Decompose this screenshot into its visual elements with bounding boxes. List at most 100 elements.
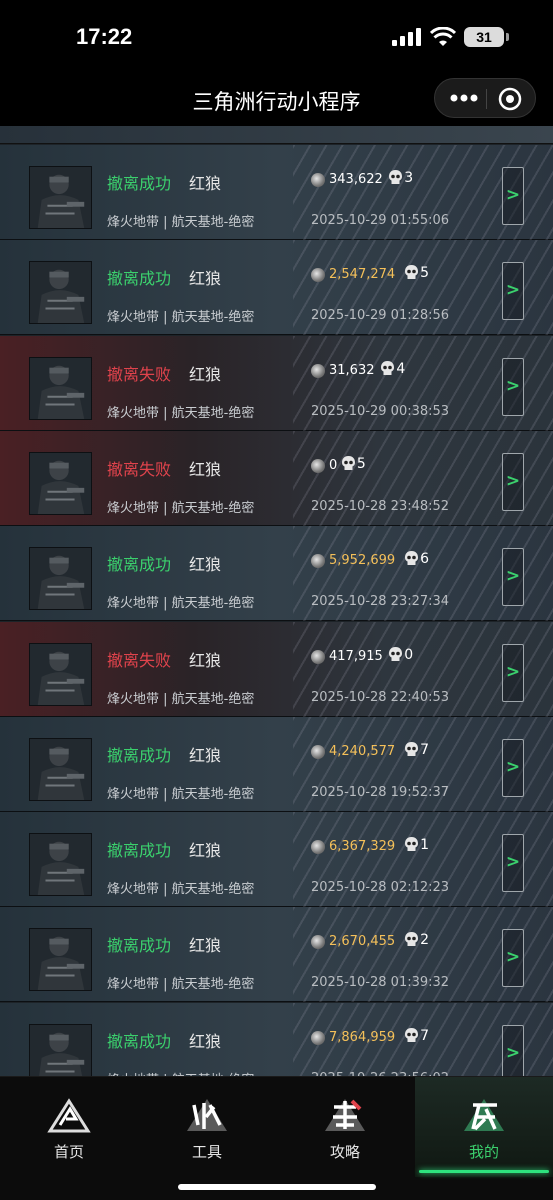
tab-guide[interactable]: 攻略 [276,1077,414,1177]
kill-count: 0 [404,646,414,663]
record-row[interactable]: 撤离成功 红狼 烽火地带 | 航天基地-绝密 5,952,699 6 2025-… [0,526,553,622]
record-row[interactable]: 撤离成功 红狼 烽火地带 | 航天基地-绝密 343,622 3 2025-10… [0,145,553,240]
extraction-status: 撤离失败 [107,459,172,479]
coin-icon [311,1030,325,1045]
partial-record-row [0,126,553,144]
kill-count: 5 [356,455,366,472]
tab-mine[interactable]: 我的 [415,1077,553,1177]
record-row[interactable]: 撤离成功 红狼 烽火地带 | 航天基地-绝密 2,670,455 2 2025-… [0,907,553,1003]
tools-logo-icon [187,1099,227,1131]
more-options-icon[interactable] [447,87,481,109]
extraction-status: 撤离失败 [107,364,172,384]
mine-logo-icon [464,1099,504,1131]
record-row[interactable]: 撤离失败 红狼 烽火地带 | 航天基地-绝密 417,915 0 2025-10… [0,621,553,717]
extracted-value: 7,864,959 [329,1029,396,1045]
record-row[interactable]: 撤离成功 红狼 烽火地带 | 航天基地-绝密 4,240,577 7 2025-… [0,716,553,812]
extraction-status: 撤离成功 [107,269,172,289]
record-detail-button[interactable]: > [502,738,524,797]
extracted-value: 417,915 [329,648,383,664]
tab-home[interactable]: 首页 [0,1077,138,1177]
record-detail-button[interactable]: > [502,452,524,511]
kill-count: 2 [420,932,430,949]
operator-avatar [29,642,92,706]
record-detail-button[interactable]: > [502,1024,524,1076]
map-mode-label: 烽火地带 | 航天基地-绝密 [107,500,255,516]
operator-name: 红狼 [189,174,222,193]
operator-name: 红狼 [189,650,222,670]
record-detail-button[interactable]: > [502,643,524,702]
extracted-value: 6,367,329 [329,839,396,855]
operator-avatar [29,928,92,992]
extraction-status: 撤离成功 [107,841,172,861]
capsule-menu [434,78,536,118]
record-detail-button[interactable]: > [502,167,524,225]
map-mode-label: 烽火地带 | 航天基地-绝密 [107,977,255,993]
skull-icon [405,932,419,947]
coin-icon [311,840,325,855]
extracted-value: 31,632 [329,362,375,378]
skull-icon [389,170,403,184]
tab-tools-label: 工具 [191,1143,222,1161]
operator-avatar [29,451,92,515]
tab-guide-label: 攻略 [329,1143,360,1161]
chevron-right-icon: > [505,756,521,777]
extracted-value: 2,670,455 [329,934,396,950]
skull-icon [405,265,419,280]
extracted-value: 2,547,274 [329,267,396,283]
kill-count: 5 [420,265,430,282]
coin-icon [311,173,325,187]
map-mode-label: 烽火地带 | 航天基地-绝密 [107,596,255,612]
extraction-status: 撤离成功 [107,936,172,956]
home-logo-icon [47,1098,91,1133]
chevron-right-icon: > [505,470,521,491]
skull-icon [341,455,355,470]
match-time: 2025-10-28 02:12:23 [311,880,450,896]
tab-mine-label: 我的 [468,1143,499,1161]
operator-avatar [29,1023,92,1076]
chevron-right-icon: > [505,947,521,968]
record-detail-button[interactable]: > [502,357,524,416]
chevron-right-icon: > [505,852,521,873]
record-row[interactable]: 撤离成功 红狼 烽火地带 | 航天基地-绝密 2,547,274 5 2025-… [0,240,553,336]
map-mode-label: 烽火地带 | 航天基地-绝密 [107,882,255,898]
bottom-tab-bar: 首页 工具 攻略 我的 [0,1076,553,1200]
record-row[interactable]: 撤离失败 红狼 烽火地带 | 航天基地-绝密 0 5 2025-10-28 23… [0,430,553,526]
match-time: 2025-10-28 22:40:53 [311,689,450,705]
mini-program-header: 三角洲行动小程序 [0,74,553,126]
extracted-value: 5,952,699 [329,553,396,569]
record-row[interactable]: 撤离失败 红狼 烽火地带 | 航天基地-绝密 31,632 4 2025-10-… [0,335,553,431]
skull-icon [405,741,419,756]
extraction-status: 撤离成功 [107,1031,172,1051]
operator-name: 红狼 [189,841,222,861]
operator-name: 红狼 [189,364,222,384]
extracted-value: 0 [329,457,338,473]
extraction-status: 撤离成功 [107,745,172,765]
chevron-right-icon: > [505,280,521,301]
coin-icon [311,649,325,664]
record-row[interactable]: 撤离成功 红狼 烽火地带 | 航天基地-绝密 6,367,329 1 2025-… [0,812,553,908]
record-detail-button[interactable]: > [502,262,524,321]
record-row[interactable]: 撤离成功 红狼 烽火地带 | 航天基地-绝密 7,864,959 7 2025-… [0,1002,553,1076]
battery-icon: 31 [464,27,509,47]
kill-count: 7 [420,741,430,758]
coin-icon [311,744,325,759]
close-program-icon[interactable] [497,86,523,112]
map-mode-label: 烽火地带 | 航天基地-绝密 [107,215,255,230]
chevron-right-icon: > [505,375,521,396]
extracted-value: 343,622 [329,172,383,187]
skull-icon [405,837,419,852]
record-detail-button[interactable]: > [502,929,524,988]
status-bar: 17:22 31 [0,0,553,74]
extracted-value: 4,240,577 [329,743,396,759]
match-record-list[interactable]: 撤离成功 红狼 烽火地带 | 航天基地-绝密 343,622 3 2025-10… [0,126,553,1076]
home-indicator [178,1184,376,1190]
record-detail-button[interactable]: > [502,834,524,893]
operator-avatar [29,737,92,801]
capsule-divider [486,89,487,109]
tab-tools[interactable]: 工具 [138,1077,276,1177]
operator-name: 红狼 [189,459,222,479]
operator-avatar [29,833,92,897]
record-detail-button[interactable]: > [502,548,524,607]
operator-name: 红狼 [189,1031,222,1051]
skull-icon [405,1027,419,1042]
